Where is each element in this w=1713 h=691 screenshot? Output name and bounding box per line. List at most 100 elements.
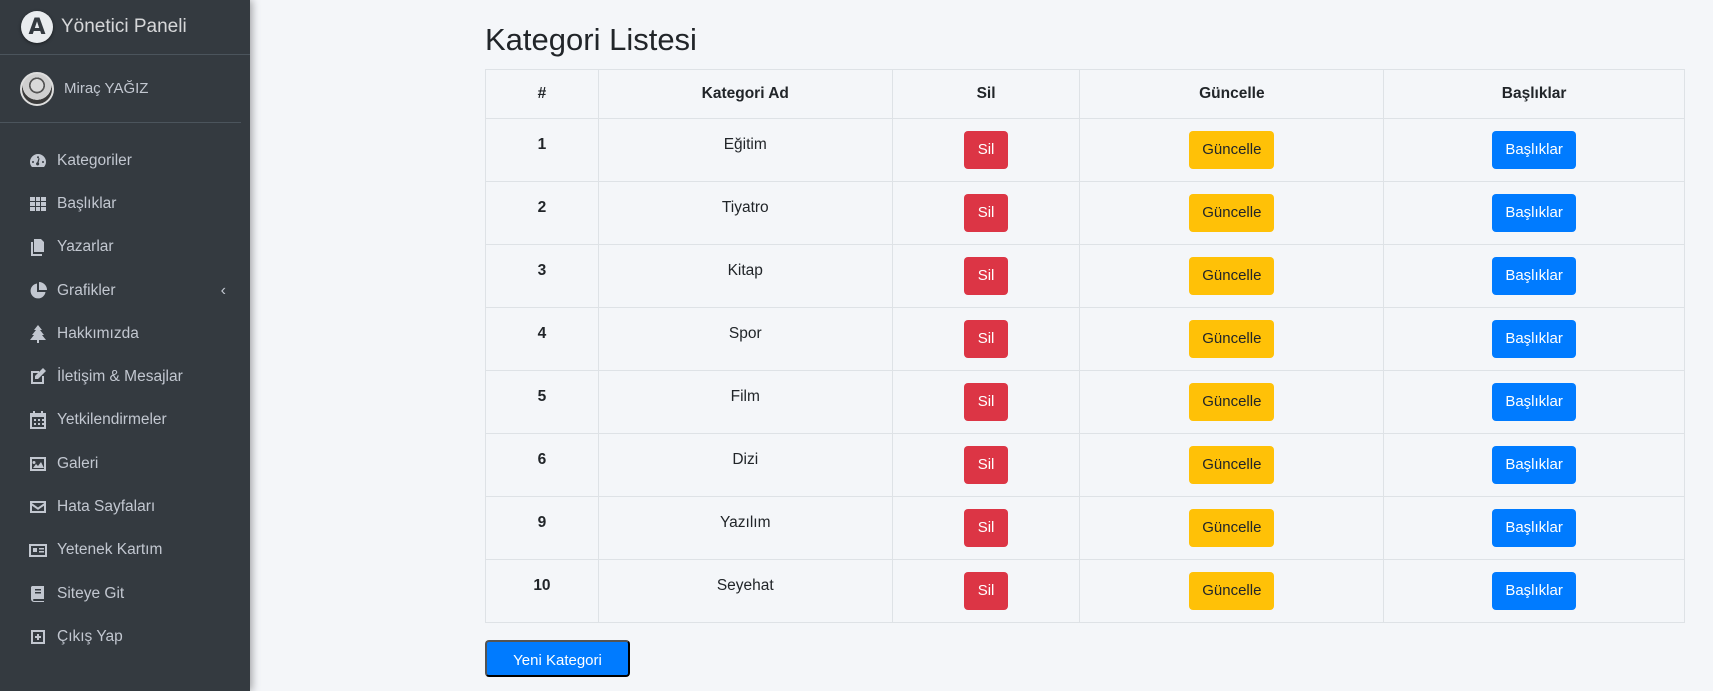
category-name: Spor — [597, 307, 893, 371]
titles-button[interactable]: Başlıklar — [1492, 446, 1577, 484]
delete-button[interactable]: Sil — [964, 446, 1009, 484]
delete-button[interactable]: Sil — [964, 509, 1009, 547]
sidebar-item-yetenek-kartım[interactable]: Yetenek Kartım — [0, 529, 250, 572]
category-id: 6 — [485, 433, 599, 497]
update-cell: Güncelle — [1079, 307, 1385, 371]
delete-button[interactable]: Sil — [964, 320, 1009, 358]
add-category-button[interactable]: Yeni Kategori Ekle — [485, 640, 630, 691]
sidebar-item-label: Kategoriler — [57, 151, 132, 169]
titles-cell: Başlıklar — [1383, 559, 1685, 623]
update-cell: Güncelle — [1079, 496, 1385, 560]
titles-cell: Başlıklar — [1383, 433, 1685, 497]
delete-button[interactable]: Sil — [964, 257, 1009, 295]
sidebar-item-hakkımızda[interactable]: Hakkımızda — [0, 312, 250, 355]
delete-cell: Sil — [891, 433, 1081, 497]
delete-button[interactable]: Sil — [964, 383, 1009, 421]
titles-button[interactable]: Başlıklar — [1492, 572, 1577, 610]
update-cell: Güncelle — [1079, 181, 1385, 245]
brand-link[interactable]: A Yönetici Paneli — [0, 0, 250, 55]
sidebar-item-yazarlar[interactable]: Yazarlar — [0, 226, 250, 269]
category-name: Dizi — [597, 433, 893, 497]
grid-icon — [27, 194, 49, 214]
sidebar-item-yetkilendirmeler[interactable]: Yetkilendirmeler — [0, 399, 250, 442]
titles-button[interactable]: Başlıklar — [1492, 509, 1577, 547]
update-button[interactable]: Güncelle — [1189, 194, 1275, 232]
book-icon — [27, 584, 49, 604]
titles-button[interactable]: Başlıklar — [1492, 131, 1577, 169]
sidebar-item-çıkış-yap[interactable]: Çıkış Yap — [0, 615, 250, 658]
plus-square-icon — [27, 627, 49, 647]
table-row: 10 Seyehat Sil Güncelle Başlıklar — [485, 559, 1685, 623]
sidebar-item-label: Hata Sayfaları — [57, 498, 156, 516]
update-button[interactable]: Güncelle — [1189, 509, 1275, 547]
table-row: 4 Spor Sil Güncelle Başlıklar — [485, 307, 1685, 371]
tree-icon — [27, 324, 49, 344]
sidebar-item-label: Yetkilendirmeler — [57, 411, 167, 429]
delete-cell: Sil — [891, 118, 1081, 182]
table-header-row: # Kategori Ad Sil Güncelle Başlıklar — [485, 69, 1685, 119]
delete-button[interactable]: Sil — [964, 572, 1009, 610]
update-cell: Güncelle — [1079, 244, 1385, 308]
category-id: 5 — [485, 370, 599, 434]
category-id: 4 — [485, 307, 599, 371]
table-row: 6 Dizi Sil Güncelle Başlıklar — [485, 433, 1685, 497]
category-id: 3 — [485, 244, 599, 308]
sidebar-item-label: Çıkış Yap — [57, 627, 123, 645]
update-cell: Güncelle — [1079, 433, 1385, 497]
copy-icon — [27, 237, 49, 257]
sidebar-item-başlıklar[interactable]: Başlıklar — [0, 182, 250, 225]
titles-button[interactable]: Başlıklar — [1492, 383, 1577, 421]
column-header-titles: Başlıklar — [1383, 69, 1685, 119]
sidebar-item-label: İletişim & Mesajlar — [57, 368, 183, 386]
table-row: 1 Eğitim Sil Güncelle Başlıklar — [485, 118, 1685, 182]
brand-title: Yönetici Paneli — [61, 16, 187, 37]
table-row: 2 Tiyatro Sil Güncelle Başlıklar — [485, 181, 1685, 245]
delete-cell: Sil — [891, 496, 1081, 560]
sidebar-item-grafikler[interactable]: Grafikler ‹ — [0, 269, 250, 312]
sidebar-item-galeri[interactable]: Galeri — [0, 442, 250, 485]
column-header-id: # — [485, 69, 599, 119]
update-cell: Güncelle — [1079, 559, 1385, 623]
titles-cell: Başlıklar — [1383, 181, 1685, 245]
main-content: Kategori Listesi # Kategori Ad Sil Günce… — [250, 0, 1713, 691]
update-button[interactable]: Güncelle — [1189, 572, 1275, 610]
titles-cell: Başlıklar — [1383, 496, 1685, 560]
titles-button[interactable]: Başlıklar — [1492, 257, 1577, 295]
pie-chart-icon — [27, 281, 49, 301]
delete-button[interactable]: Sil — [964, 194, 1009, 232]
table-row: 5 Film Sil Güncelle Başlıklar — [485, 370, 1685, 434]
sidebar-item-hata-sayfaları[interactable]: Hata Sayfaları — [0, 485, 250, 528]
delete-button[interactable]: Sil — [964, 131, 1009, 169]
edit-icon — [27, 367, 49, 387]
category-id: 10 — [485, 559, 599, 623]
id-card-icon — [27, 540, 49, 560]
category-name: Yazılım — [597, 496, 893, 560]
delete-cell: Sil — [891, 370, 1081, 434]
update-button[interactable]: Güncelle — [1189, 446, 1275, 484]
sidebar-item-kategoriler[interactable]: Kategoriler — [0, 139, 250, 182]
sidebar-item-label: Siteye Git — [57, 584, 125, 602]
calendar-icon — [27, 410, 49, 430]
titles-button[interactable]: Başlıklar — [1492, 320, 1577, 358]
update-button[interactable]: Güncelle — [1189, 383, 1275, 421]
user-panel[interactable]: Miraç YAĞIZ — [0, 55, 241, 123]
user-name[interactable]: Miraç YAĞIZ — [64, 80, 148, 97]
category-id: 9 — [485, 496, 599, 560]
sidebar-item-i-letişim-mesajlar[interactable]: İletişim & Mesajlar — [0, 355, 250, 398]
update-cell: Güncelle — [1079, 118, 1385, 182]
sidebar-item-siteye-git[interactable]: Siteye Git — [0, 572, 250, 615]
category-name: Seyehat — [597, 559, 893, 623]
titles-button[interactable]: Başlıklar — [1492, 194, 1577, 232]
update-button[interactable]: Güncelle — [1189, 131, 1275, 169]
table-row: 9 Yazılım Sil Güncelle Başlıklar — [485, 496, 1685, 560]
update-button[interactable]: Güncelle — [1189, 257, 1275, 295]
delete-cell: Sil — [891, 307, 1081, 371]
update-cell: Güncelle — [1079, 370, 1385, 434]
sidebar-item-label: Grafikler — [57, 281, 116, 299]
column-header-update: Güncelle — [1079, 69, 1385, 119]
category-name: Kitap — [597, 244, 893, 308]
table-row: 3 Kitap Sil Güncelle Başlıklar — [485, 244, 1685, 308]
sidebar-item-label: Yazarlar — [57, 238, 114, 256]
update-button[interactable]: Güncelle — [1189, 320, 1275, 358]
sidebar-item-label: Galeri — [57, 454, 99, 472]
